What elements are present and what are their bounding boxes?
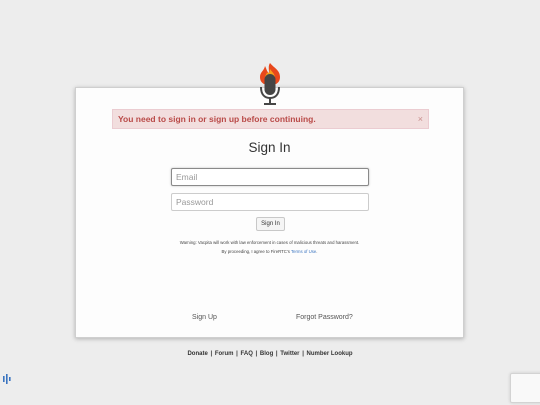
flame-microphone-icon bbox=[260, 63, 280, 105]
sign-in-button[interactable]: Sign In bbox=[256, 217, 285, 231]
footer-link-forum[interactable]: Forum bbox=[215, 351, 234, 357]
recaptcha-badge[interactable] bbox=[510, 373, 540, 403]
audio-bars-icon[interactable] bbox=[3, 374, 11, 384]
footer-nav: Donate | Forum | FAQ | Blog | Twitter | … bbox=[0, 351, 540, 357]
page: You need to sign in or sign up before co… bbox=[0, 0, 540, 405]
footer-separator: | bbox=[210, 351, 213, 357]
sign-in-card: You need to sign in or sign up before co… bbox=[75, 87, 464, 338]
footer-link-faq[interactable]: FAQ bbox=[241, 351, 253, 357]
footer-link-blog[interactable]: Blog bbox=[260, 351, 273, 357]
footer-separator: | bbox=[275, 351, 278, 357]
footer-separator: | bbox=[302, 351, 304, 357]
footer-separator: | bbox=[255, 351, 258, 357]
email-field[interactable] bbox=[171, 168, 369, 186]
sign-in-required-alert: You need to sign in or sign up before co… bbox=[112, 109, 429, 129]
password-field[interactable] bbox=[171, 193, 369, 211]
terms-agreement-text: By proceeding, I agree to FireRTC's Term… bbox=[76, 249, 463, 254]
footer-separator: | bbox=[236, 351, 238, 357]
footer-link-donate[interactable]: Donate bbox=[187, 351, 207, 357]
terms-of-use-link[interactable]: Terms of Use bbox=[291, 249, 316, 254]
forgot-password-link[interactable]: Forgot Password? bbox=[296, 314, 353, 321]
sign-up-link[interactable]: Sign Up bbox=[192, 314, 217, 321]
terms-prefix: By proceeding, I agree to FireRTC's bbox=[221, 249, 291, 254]
footer-link-twitter[interactable]: Twitter bbox=[280, 351, 299, 357]
terms-suffix: . bbox=[316, 249, 318, 254]
warning-text: Warning: Vacpita will work with law enfo… bbox=[179, 240, 360, 245]
alert-message: You need to sign in or sign up before co… bbox=[118, 114, 316, 124]
page-title: Sign In bbox=[248, 140, 291, 155]
alert-close-button[interactable]: × bbox=[418, 110, 423, 128]
footer-link-number-lookup[interactable]: Number Lookup bbox=[307, 351, 353, 357]
